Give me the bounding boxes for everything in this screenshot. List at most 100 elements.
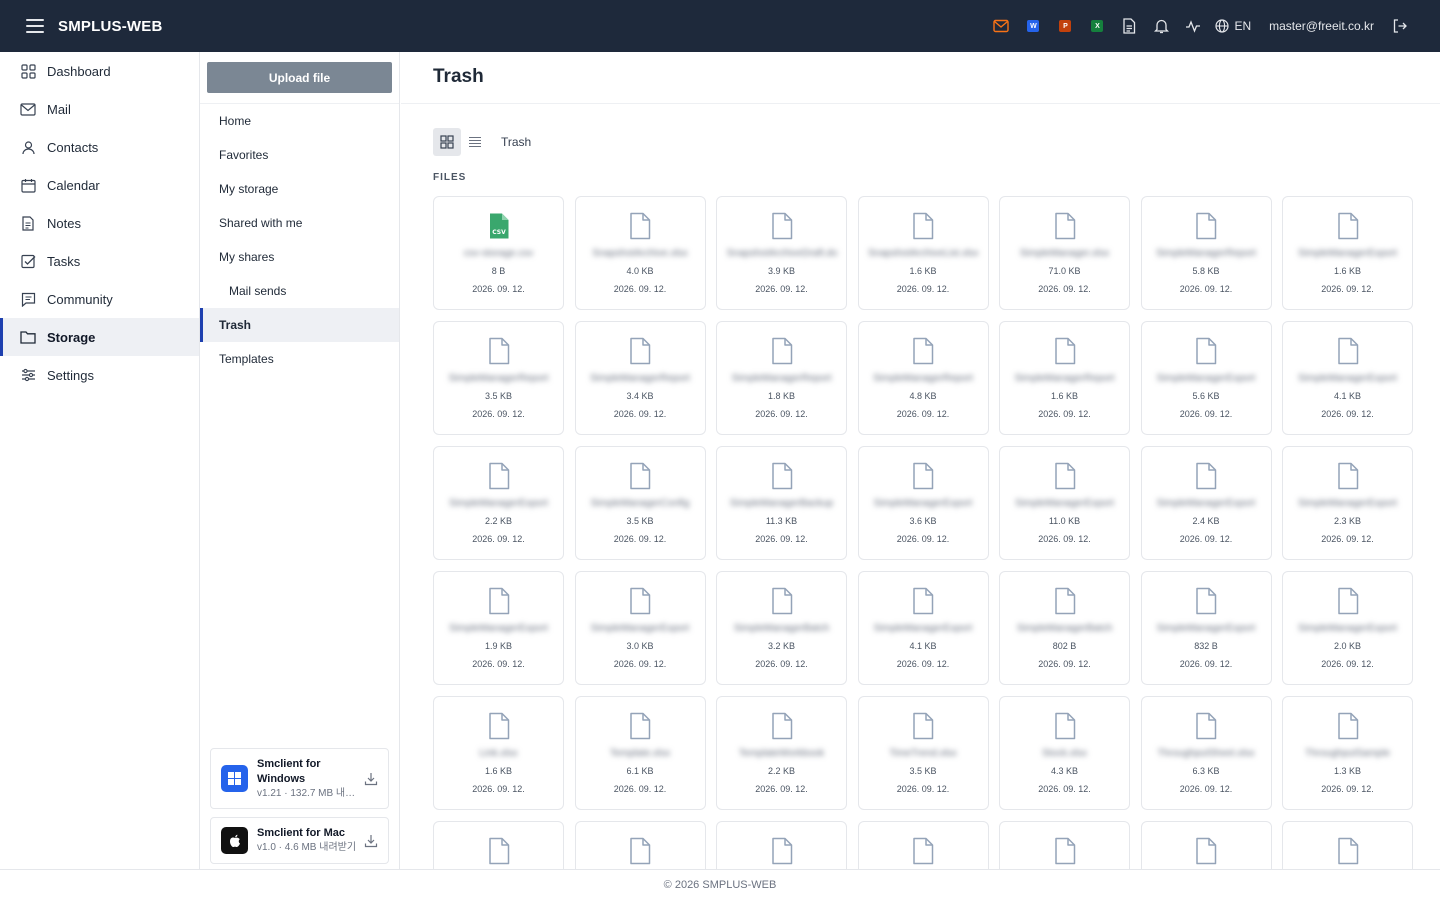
file-icon — [1052, 447, 1078, 490]
file-card[interactable]: SimpleManagerExport 4.1 KB 2026. 09. 12. — [857, 571, 989, 685]
storage-item-templates[interactable]: Templates — [200, 342, 399, 376]
file-card[interactable]: SimpleManagerConfig 3.5 KB 2026. 09. 12. — [574, 446, 706, 560]
file-card[interactable]: SimpleManagerBatch 3.2 KB 2026. 09. 12. — [716, 571, 847, 685]
nav-item-calendar[interactable]: Calendar — [0, 166, 199, 204]
file-date: 2026. 09. 12. — [896, 784, 950, 794]
file-card[interactable]: Link.xlsx 1.6 KB 2026. 09. 12. — [433, 696, 564, 810]
file-card[interactable]: SimpleManagerReport 1.6 KB 2026. 09. 12. — [999, 321, 1130, 435]
client-download-mac[interactable]: Smclient for Mac v1.0 · 4.6 MB 내려받기 — [210, 817, 389, 864]
breadcrumb[interactable]: Trash — [501, 135, 531, 149]
file-card[interactable] — [433, 821, 564, 869]
contacts-icon — [20, 139, 36, 155]
activity-icon[interactable] — [1177, 10, 1209, 42]
file-card[interactable]: SimpleManagerReport 5.8 KB 2026. 09. 12. — [1140, 196, 1272, 310]
file-card[interactable]: SimpleManagerExport 832 B 2026. 09. 12. — [1140, 571, 1272, 685]
logout-icon[interactable] — [1384, 10, 1416, 42]
file-icon — [486, 822, 512, 865]
file-card[interactable] — [1140, 821, 1272, 869]
mail-icon[interactable] — [985, 10, 1017, 42]
file-date: 2026. 09. 12. — [472, 284, 525, 294]
file-card[interactable]: TemplateWorkbook 2.2 KB 2026. 09. 12. — [716, 696, 847, 810]
file-card[interactable]: SimpleManagerExport 11.0 KB 2026. 09. 12. — [999, 446, 1130, 560]
file-card[interactable] — [1282, 821, 1413, 869]
file-card[interactable]: SimpleManagerExport 5.6 KB 2026. 09. 12. — [1140, 321, 1272, 435]
nav-item-community[interactable]: Community — [0, 280, 199, 318]
file-card[interactable]: SimpleManagerExport 1.6 KB 2026. 09. 12. — [1282, 196, 1413, 310]
file-icon — [627, 322, 653, 365]
file-card[interactable]: TimeTrend.xlsx 3.5 KB 2026. 09. 12. — [857, 696, 989, 810]
file-date: 2026. 09. 12. — [1321, 284, 1374, 294]
word-icon[interactable]: W — [1017, 10, 1049, 42]
nav-item-storage[interactable]: Storage — [0, 318, 199, 356]
excel-icon[interactable]: X — [1081, 10, 1113, 42]
file-card[interactable]: SimpleManagerReport 3.4 KB 2026. 09. 12. — [574, 321, 706, 435]
file-size: 4.1 KB — [1333, 391, 1362, 401]
file-card[interactable]: SimpleManagerExport 3.6 KB 2026. 09. 12. — [857, 446, 989, 560]
file-name: SimpleManagerBatch — [733, 623, 830, 634]
file-card[interactable]: SnapshotArchiveDraft.docx 3.9 KB 2026. 09.… — [716, 196, 847, 310]
list-view-button[interactable] — [461, 128, 489, 156]
file-card[interactable]: SimpleManagerExport 2.0 KB 2026. 09. 12. — [1282, 571, 1413, 685]
file-card[interactable]: SimpleManagerBackup 11.3 KB 2026. 09. 12. — [716, 446, 847, 560]
page-title: Trash — [433, 66, 484, 87]
upload-file-button[interactable]: Upload file — [207, 62, 392, 93]
file-date: 2026. 09. 12. — [755, 784, 808, 794]
file-card[interactable]: SimpleManagerExport 4.1 KB 2026. 09. 12. — [1282, 321, 1413, 435]
user-email[interactable]: master@freeit.co.kr — [1269, 19, 1374, 33]
file-name: SimpleManagerReport — [1155, 248, 1257, 259]
file-card[interactable]: ThroughputSample 1.3 KB 2026. 09. 12. — [1282, 696, 1413, 810]
file-card[interactable]: SimpleManagerExport 2.3 KB 2026. 09. 12. — [1282, 446, 1413, 560]
storage-item-shared-with-me[interactable]: Shared with me — [200, 206, 399, 240]
storage-item-my-shares[interactable]: My shares — [200, 240, 399, 274]
file-card[interactable] — [574, 821, 706, 869]
file-date: 2026. 09. 12. — [755, 284, 808, 294]
file-card[interactable]: SimpleManagerExport 1.9 KB 2026. 09. 12. — [433, 571, 564, 685]
file-card[interactable]: Stock.xlsx 4.3 KB 2026. 09. 12. — [999, 696, 1130, 810]
nav-item-dashboard[interactable]: Dashboard — [0, 52, 199, 90]
file-card[interactable] — [857, 821, 989, 869]
file-card[interactable]: SimpleManager.xlsx 71.0 KB 2026. 09. 12. — [999, 196, 1130, 310]
language-selector[interactable]: EN — [1215, 19, 1251, 33]
storage-item-favorites[interactable]: Favorites — [200, 138, 399, 172]
nav-item-notes[interactable]: Notes — [0, 204, 199, 242]
file-card[interactable]: SimpleManagerReport 4.8 KB 2026. 09. 12. — [857, 321, 989, 435]
file-card[interactable]: ThroughputSheet.xlsx 6.3 KB 2026. 09. 12. — [1140, 696, 1272, 810]
powerpoint-icon[interactable]: P — [1049, 10, 1081, 42]
file-icon — [769, 697, 795, 740]
download-icon[interactable] — [364, 834, 378, 848]
bell-icon[interactable] — [1145, 10, 1177, 42]
file-card[interactable]: Template.xlsx 6.1 KB 2026. 09. 12. — [574, 696, 706, 810]
storage-item-trash[interactable]: Trash — [200, 308, 399, 342]
nav-item-contacts[interactable]: Contacts — [0, 128, 199, 166]
nav-item-settings[interactable]: Settings — [0, 356, 199, 394]
file-card[interactable] — [999, 821, 1130, 869]
grid-view-button[interactable] — [433, 128, 461, 156]
storage-item-home[interactable]: Home — [200, 104, 399, 138]
nav-item-tasks[interactable]: Tasks — [0, 242, 199, 280]
file-card[interactable]: SimpleManagerExport 2.2 KB 2026. 09. 12. — [433, 446, 564, 560]
file-name: SimpleManagerReport — [872, 373, 974, 384]
file-card[interactable]: SimpleManagerExport 2.4 KB 2026. 09. 12. — [1140, 446, 1272, 560]
hamburger-menu-icon[interactable] — [26, 19, 44, 33]
client-download-windows[interactable]: Smclient for Windows v1.21 · 132.7 MB 내려… — [210, 748, 389, 809]
nav-item-mail[interactable]: Mail — [0, 90, 199, 128]
file-size: 6.3 KB — [1192, 766, 1220, 776]
file-card[interactable] — [716, 821, 847, 869]
document-icon[interactable] — [1113, 10, 1145, 42]
file-size: 3.5 KB — [909, 766, 937, 776]
file-card[interactable]: SimpleManagerBatch 802 B 2026. 09. 12. — [999, 571, 1130, 685]
app-brand[interactable]: SMPLUS-WEB — [58, 18, 163, 35]
file-card[interactable]: SimpleManagerReport 3.5 KB 2026. 09. 12. — [433, 321, 564, 435]
file-card[interactable]: SnapshotArchive.xlsx 4.0 KB 2026. 09. 12. — [574, 196, 706, 310]
file-card[interactable]: SnapshotArchiveList.xlsx 1.6 KB 2026. 09. … — [857, 196, 989, 310]
csv-file-icon: CSV — [486, 197, 512, 240]
file-date: 2026. 09. 12. — [613, 409, 667, 419]
file-icon — [1052, 572, 1078, 615]
storage-item-mail-sends[interactable]: Mail sends — [200, 274, 399, 308]
file-card[interactable]: SimpleManagerExport 3.0 KB 2026. 09. 12. — [574, 571, 706, 685]
file-card[interactable]: SimpleManagerReport 1.8 KB 2026. 09. 12. — [716, 321, 847, 435]
file-card[interactable]: CSV csv-storage.csv 8 B 2026. 09. 12. — [433, 196, 564, 310]
storage-item-my-storage[interactable]: My storage — [200, 172, 399, 206]
file-size: 1.6 KB — [909, 266, 937, 276]
download-icon[interactable] — [364, 772, 378, 786]
